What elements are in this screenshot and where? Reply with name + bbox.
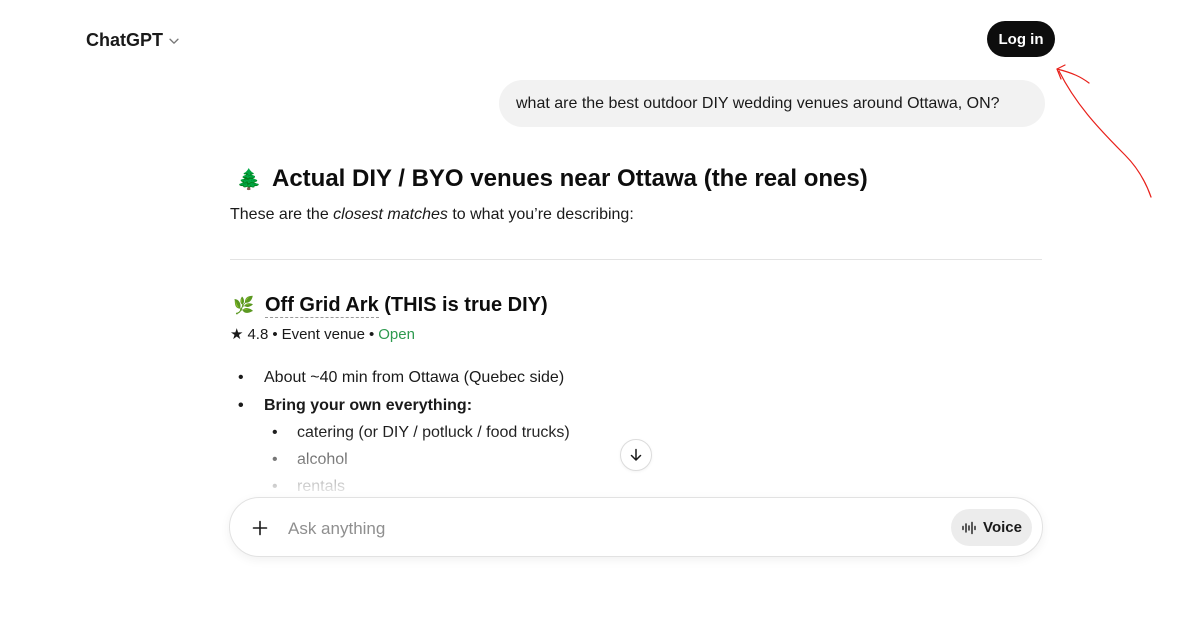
intro-text-end: to what you’re describing: [447,206,634,223]
answer-heading: 🌲 Actual DIY / BYO venues near Ottawa (t… [236,165,868,193]
top-bar: ChatGPT Log in [0,0,1200,80]
herb-icon: 🌿 [233,295,255,315]
venue-rating: 4.8 [247,325,269,343]
chevron-down-icon [169,38,179,44]
user-message-bubble: what are the best outdoor DIY wedding ve… [499,80,1045,127]
model-selector[interactable]: ChatGPT [86,28,181,52]
venue-details-list: About ~40 min from Ottawa (Quebec side) … [238,368,564,424]
voice-button[interactable]: Voice [951,509,1032,546]
plus-icon [252,520,268,536]
venue-heading: 🌿 Off Grid Ark (THIS is true DIY) [233,294,548,318]
answer-heading-text: Actual DIY / BYO venues near Ottawa (the… [272,165,868,192]
user-message-text: what are the best outdoor DIY wedding ve… [516,94,1000,112]
section-divider [230,259,1042,260]
venue-open-status: Open [378,325,415,343]
venue-meta: ★ 4.8 • Event venue • Open [230,325,415,344]
arrow-down-icon [630,448,642,461]
voice-label: Voice [983,519,1022,536]
login-button[interactable]: Log in [987,21,1055,57]
star-icon: ★ [230,326,244,343]
brand-label: ChatGPT [86,29,164,50]
venue-heading-suffix: (THIS is true DIY) [378,294,548,316]
scroll-to-bottom-button[interactable] [620,439,652,471]
message-composer: Voice [229,497,1043,557]
answer-intro: These are the closest matches to what yo… [230,206,634,224]
prompt-input[interactable] [286,516,890,542]
meta-separator: • [368,325,375,343]
list-item: Bring your own everything: [238,396,564,424]
venue-link[interactable]: Off Grid Ark [265,294,379,318]
voice-waveform-icon [962,521,976,534]
add-attachment-button[interactable] [246,514,274,542]
evergreen-tree-icon: 🌲 [236,168,262,191]
intro-text-start: These are the [230,206,334,223]
list-item: About ~40 min from Ottawa (Quebec side) [238,368,564,396]
intro-emphasis: closest matches [333,206,448,223]
venue-type: Event venue [281,325,365,343]
meta-separator: • [272,325,278,343]
